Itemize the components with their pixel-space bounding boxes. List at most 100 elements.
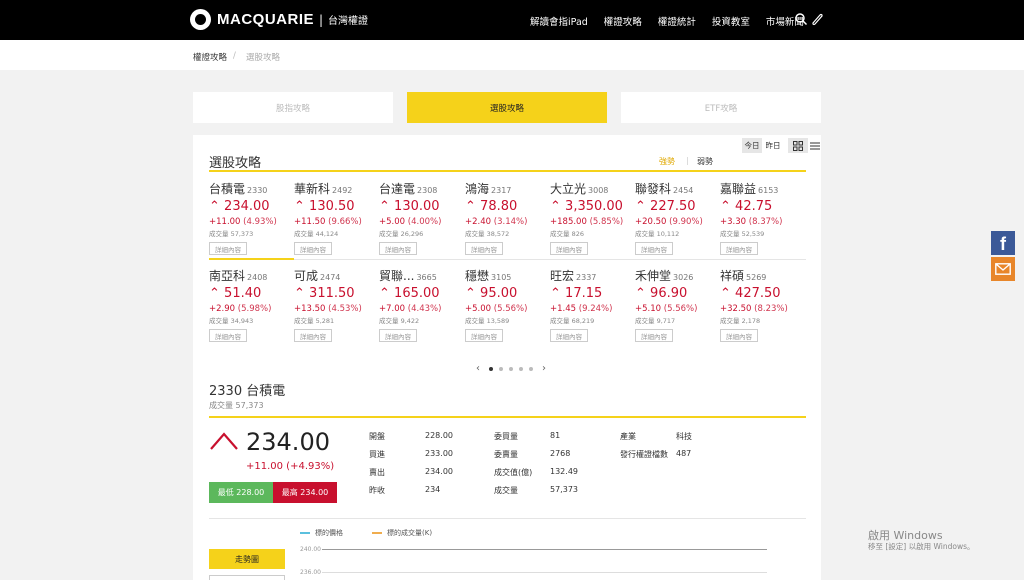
up-arrow-icon: ⌃ — [209, 286, 220, 301]
strong-filter[interactable]: 強勢 — [659, 156, 675, 167]
stock-card[interactable]: 禾伸堂 3026 ⌃ 96.90 +5.10 (5.56%) 成交量 9,717 詳細內容 — [635, 267, 715, 342]
stock-card[interactable]: 聯發科 2454 ⌃ 227.50 +20.50 (9.90%) 成交量 10,112 詳… — [635, 180, 715, 255]
stock-volume: 成交量 38,572 — [465, 230, 510, 238]
stock-card[interactable]: 大立光 3008 ⌃ 3,350.00 +185.00 (5.85%) 成交量 826 詳… — [550, 180, 630, 255]
stat-value: 2768 — [550, 449, 571, 458]
day-high-badge: 最高 234.00 — [273, 482, 337, 503]
chart-option-box[interactable] — [209, 575, 285, 580]
stock-card[interactable]: 貿聯... 3665 ⌃ 165.00 +7.00 (4.43%) 成交量 9,422 詳… — [379, 267, 459, 342]
stat-label: 成交量 — [494, 486, 518, 495]
brand-name: MACQUARIE — [217, 11, 314, 28]
stock-change: +3.30 (8.37%) — [720, 217, 800, 227]
search-icon[interactable] — [794, 12, 808, 26]
stock-card[interactable]: 台積電 2330 ⌃ 234.00 +11.00 (4.93%) 成交量 57,373 詳… — [209, 180, 289, 255]
tab-stock-strategy[interactable]: 選股攻略 — [407, 92, 607, 123]
stock-change-value: +7.00 — [379, 304, 406, 314]
stock-card[interactable]: 台達電 2308 ⌃ 130.00 +5.00 (4.00%) 成交量 26,296 詳細… — [379, 180, 459, 255]
mail-icon[interactable] — [991, 257, 1015, 281]
stock-price-value: 78.80 — [480, 199, 518, 214]
next-arrow-icon[interactable]: › — [542, 363, 546, 374]
stock-change-pct: (8.23%) — [754, 304, 788, 314]
stock-detail-button[interactable]: 詳細內容 — [550, 242, 588, 255]
today-button[interactable]: 今日 — [742, 138, 762, 153]
stock-code: 3665 — [416, 273, 437, 282]
stock-detail-button[interactable]: 詳細內容 — [720, 242, 758, 255]
stat-value: 487 — [676, 449, 692, 458]
yesterday-button[interactable]: 昨日 — [763, 138, 783, 153]
up-arrow-icon: ⌃ — [209, 199, 220, 214]
stock-card[interactable]: 可成 2474 ⌃ 311.50 +13.50 (4.53%) 成交量 5,281 詳細內… — [294, 267, 374, 342]
stock-change-pct: (9.66%) — [328, 217, 362, 227]
macquarie-logo-icon — [190, 9, 211, 30]
stock-name: 貿聯... 3665 — [379, 267, 459, 284]
stock-name-text: 大立光 — [550, 182, 587, 196]
stock-name: 嘉聯益 6153 — [720, 180, 800, 197]
stock-name: 大立光 3008 — [550, 180, 630, 197]
stock-detail-button[interactable]: 詳細內容 — [635, 242, 673, 255]
stock-detail-button[interactable]: 詳細內容 — [294, 242, 332, 255]
stock-change: +20.50 (9.90%) — [635, 217, 715, 227]
stock-change-pct: (9.24%) — [578, 304, 613, 314]
stock-detail-button[interactable]: 詳細內容 — [379, 329, 417, 342]
stat-label: 開盤 — [369, 432, 385, 441]
stock-price-value: 130.50 — [309, 199, 355, 214]
nav-item-ipad[interactable]: 解讀會指iPad — [530, 14, 588, 28]
stock-price-value: 227.50 — [650, 199, 696, 214]
stock-name: 祥碩 5269 — [720, 267, 800, 284]
stock-card[interactable]: 鴻海 2317 ⌃ 78.80 +2.40 (3.14%) 成交量 38,572 詳細內容 — [465, 180, 545, 255]
breadcrumb-root[interactable]: 權證攻略 — [193, 51, 227, 63]
stock-detail-button[interactable]: 詳細內容 — [465, 329, 503, 342]
stock-card[interactable]: 穩懋 3105 ⌃ 95.00 +5.00 (5.56%) 成交量 13,589 詳細內容 — [465, 267, 545, 342]
stock-price: ⌃ 96.90 — [635, 286, 715, 301]
nav-item-stats[interactable]: 權證統計 — [658, 14, 696, 28]
stock-change-pct: (5.85%) — [589, 217, 624, 227]
stock-volume: 成交量 2,178 — [720, 317, 761, 325]
stat-value: 228.00 — [425, 431, 453, 440]
detail-price: 234.00 — [246, 428, 330, 456]
pager-dot[interactable] — [499, 366, 503, 371]
nav-item-strategy[interactable]: 權證攻略 — [604, 14, 642, 28]
stock-detail-button[interactable]: 詳細內容 — [550, 329, 588, 342]
pager-dot[interactable] — [489, 366, 493, 371]
nav-item-education[interactable]: 投資教室 — [712, 14, 750, 28]
brand-logo[interactable]: MACQUARIE | 台灣權證 — [190, 9, 368, 30]
stock-detail-button[interactable]: 詳細內容 — [209, 329, 247, 342]
stock-card[interactable]: 嘉聯益 6153 ⌃ 42.75 +3.30 (8.37%) 成交量 52,539 詳細內… — [720, 180, 800, 255]
stat-value: 233.00 — [425, 449, 453, 458]
legend-volume: 標的成交量(K) — [372, 528, 432, 538]
up-arrow-icon: ⌃ — [720, 199, 731, 214]
stock-name-text: 華新科 — [294, 182, 331, 196]
facebook-icon[interactable]: f — [991, 231, 1015, 255]
stock-detail-button[interactable]: 詳細內容 — [465, 242, 503, 255]
stock-detail-button[interactable]: 詳細內容 — [294, 329, 332, 342]
prev-arrow-icon[interactable]: ‹ — [476, 363, 480, 374]
stock-detail-button[interactable]: 詳細內容 — [720, 329, 758, 342]
tab-index-strategy[interactable]: 股指攻略 — [193, 92, 393, 123]
pager-dot[interactable] — [519, 366, 523, 371]
stock-detail-button[interactable]: 詳細內容 — [209, 242, 247, 255]
stat-value: 132.49 — [550, 467, 578, 476]
list-view-icon[interactable] — [805, 138, 825, 153]
stock-card[interactable]: 祥碩 5269 ⌃ 427.50 +32.50 (8.23%) 成交量 2,178 詳細內… — [720, 267, 800, 342]
up-arrow-icon: ⌃ — [720, 286, 731, 301]
up-arrow-icon: ⌃ — [465, 286, 476, 301]
phone-icon[interactable] — [810, 12, 824, 26]
pager-dot[interactable] — [529, 366, 533, 371]
stock-price: ⌃ 311.50 — [294, 286, 374, 301]
up-arrow-icon — [210, 432, 238, 450]
weak-filter[interactable]: 弱勢 — [697, 156, 713, 167]
stock-change-pct: (5.98%) — [237, 304, 272, 314]
stock-card[interactable]: 華新科 2492 ⌃ 130.50 +11.50 (9.66%) 成交量 44,124 詳… — [294, 180, 374, 255]
trend-chart-button[interactable]: 走勢圖 — [209, 549, 285, 569]
stock-code: 6153 — [758, 186, 779, 195]
tab-etf-strategy[interactable]: ETF攻略 — [621, 92, 821, 123]
stock-change: +11.00 (4.93%) — [209, 217, 289, 227]
pager-dot[interactable] — [509, 366, 513, 371]
stock-volume: 成交量 68,219 — [550, 317, 595, 325]
stock-change-pct: (3.14%) — [493, 217, 528, 227]
stock-detail-button[interactable]: 詳細內容 — [635, 329, 673, 342]
stock-card[interactable]: 旺宏 2337 ⌃ 17.15 +1.45 (9.24%) 成交量 68,219 詳細內容 — [550, 267, 630, 342]
stock-detail-button[interactable]: 詳細內容 — [379, 242, 417, 255]
stock-card[interactable]: 南亞科 2408 ⌃ 51.40 +2.90 (5.98%) 成交量 34,943 詳細內… — [209, 267, 289, 342]
stock-volume: 成交量 57,373 — [209, 230, 254, 238]
